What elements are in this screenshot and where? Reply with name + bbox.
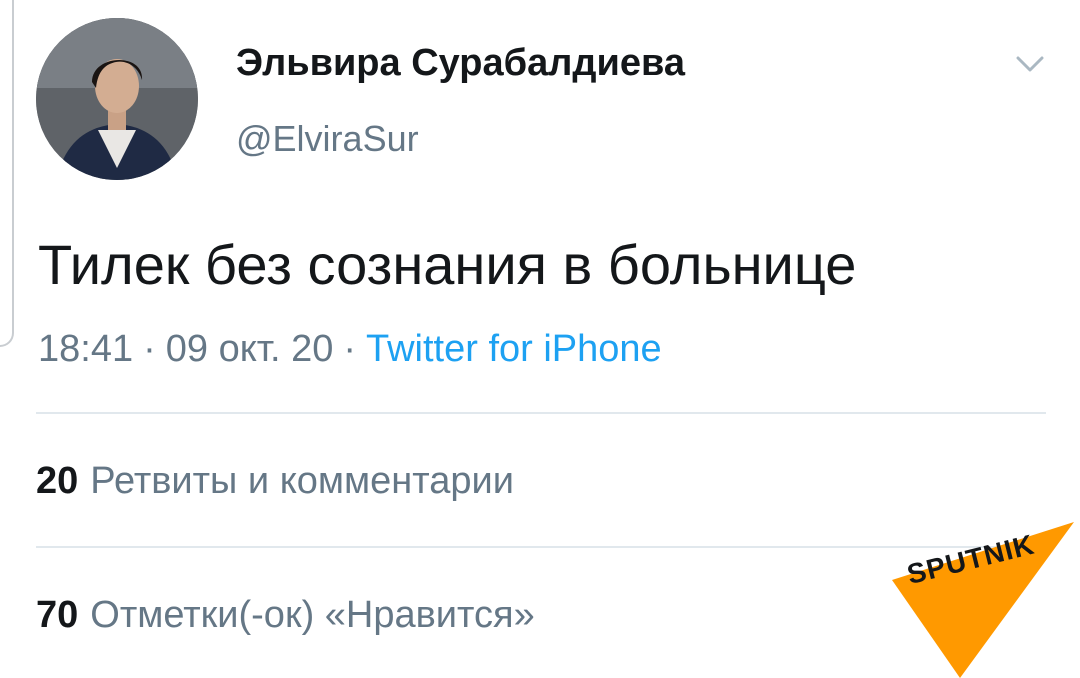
meta-separator: ·: [343, 328, 356, 370]
user-handle[interactable]: @ElviraSur: [236, 118, 419, 160]
previous-card-edge: [0, 0, 14, 347]
retweets-count: 20: [36, 460, 79, 502]
tweet-date[interactable]: 09 окт. 20: [166, 328, 334, 370]
retweets-label: Ретвиты и комментарии: [90, 460, 514, 502]
tweet-text: Тилек без сознания в больнице: [38, 233, 857, 296]
meta-separator: ·: [143, 328, 156, 370]
likes-stat[interactable]: 70 Отметки(-ок) «Нравится»: [36, 594, 535, 637]
tweet-meta: 18:41 · 09 окт. 20 · Twitter for iPhone: [38, 328, 662, 371]
avatar[interactable]: [36, 18, 198, 180]
likes-count: 70: [36, 594, 79, 636]
likes-label: Отметки(-ок) «Нравится»: [90, 594, 535, 636]
display-name[interactable]: Эльвира Сурабалдиева: [236, 42, 685, 85]
chevron-down-icon[interactable]: [1014, 52, 1046, 76]
avatar-image: [36, 18, 198, 180]
tweet-time[interactable]: 18:41: [38, 328, 133, 370]
tweet-source-link[interactable]: Twitter for iPhone: [366, 328, 662, 370]
retweets-stat[interactable]: 20 Ретвиты и комментарии: [36, 460, 514, 503]
divider: [36, 412, 1046, 414]
